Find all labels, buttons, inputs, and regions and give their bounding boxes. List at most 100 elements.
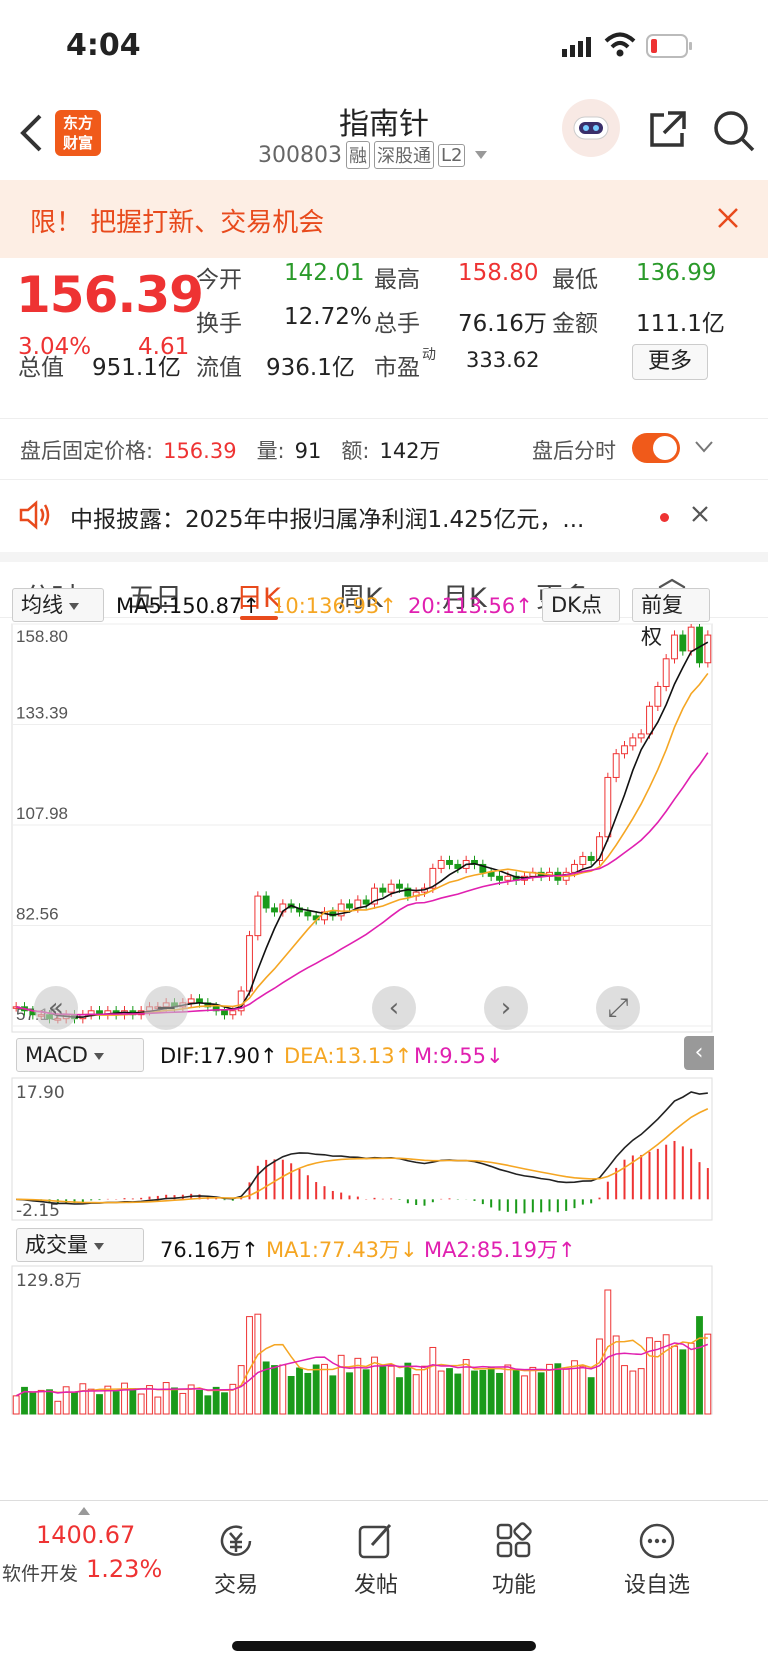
- bottom-bar: 1400.67 软件开发 1.23% 交易 发帖 功能 设自选: [0, 1500, 768, 1663]
- wifi-icon: [604, 32, 636, 62]
- volume-bar: [562, 1368, 570, 1415]
- volume-bar: [121, 1382, 128, 1415]
- prev-button[interactable]: ‹: [372, 986, 416, 1030]
- close-notice-icon[interactable]: [690, 504, 710, 528]
- macd-selector[interactable]: MACD: [16, 1038, 144, 1072]
- volume-bar: [537, 1372, 545, 1415]
- volume-bar: [621, 1365, 628, 1415]
- macd-selector-label: MACD: [25, 1043, 88, 1067]
- quote-value-8: 333.62: [466, 348, 540, 372]
- volume-bar: [254, 1313, 262, 1415]
- kline-y-tick: 82.56: [16, 905, 59, 924]
- volume-bar: [304, 1372, 312, 1415]
- volume-y-tick: 129.8万: [16, 1271, 82, 1291]
- more-button[interactable]: 更多: [632, 344, 708, 380]
- nav-bar: 东方 财富 指南针 300803 融 深股通 L2: [0, 95, 768, 180]
- functions-button[interactable]: 功能: [478, 1521, 550, 1599]
- volume-bar: [296, 1367, 303, 1415]
- candle-body: [446, 859, 453, 865]
- close-icon[interactable]: [716, 206, 740, 234]
- notice-text: 中报披露：2025年中报归属净利润1.425亿元，...: [70, 507, 585, 533]
- last-price: 156.39: [16, 266, 204, 324]
- candle-body: [304, 911, 312, 917]
- status-time: 4:04: [66, 28, 141, 63]
- home-indicator: [232, 1641, 536, 1651]
- trade-label: 交易: [213, 1573, 258, 1598]
- macd-y-tick-bottom: -2.15: [16, 1201, 60, 1221]
- ma20-value: 20:113.56↑: [408, 594, 533, 618]
- after-hours-toggle[interactable]: [632, 433, 680, 463]
- search-icon[interactable]: [712, 109, 756, 157]
- chevron-down-icon[interactable]: [694, 439, 714, 458]
- volume-bar: [529, 1366, 537, 1415]
- candle-body: [604, 776, 612, 838]
- sector-name[interactable]: 软件开发: [2, 1559, 78, 1586]
- candle-body: [646, 705, 653, 735]
- volume-bar: [496, 1372, 503, 1415]
- candle-body: [654, 685, 662, 707]
- candle-body: [271, 907, 278, 913]
- volume-bar: [129, 1388, 137, 1415]
- volume-bar: [62, 1386, 70, 1415]
- quote-label-4: 总手: [374, 311, 420, 337]
- candle-body: [246, 935, 253, 992]
- quote-value-7: 936.1亿: [266, 355, 355, 381]
- candle-body: [671, 634, 678, 660]
- volume-bar: [596, 1338, 603, 1415]
- share-icon[interactable]: [646, 109, 688, 155]
- kline-chart-area: 均线 MA5:150.87↑ 10:136.93↑ 20:113.56↑ DK点…: [0, 588, 768, 1500]
- badge-rong: 融: [345, 141, 370, 169]
- quote-value-4: 76.16万: [458, 311, 547, 337]
- volume-bar: [179, 1392, 187, 1415]
- next-button[interactable]: ›: [484, 986, 528, 1030]
- fullscreen-icon[interactable]: ⤢: [596, 986, 640, 1030]
- volume-bar: [504, 1364, 512, 1415]
- robot-avatar-icon[interactable]: [562, 99, 620, 157]
- volume-bar: [312, 1364, 320, 1415]
- volume-bar: [162, 1382, 170, 1415]
- after-hours-amt: 142万: [379, 439, 441, 463]
- battery-icon: [646, 34, 692, 62]
- candle-body: [662, 658, 670, 687]
- candle-body: [612, 753, 620, 778]
- grid-icon: [496, 1522, 532, 1558]
- volume-selector[interactable]: 成交量: [16, 1228, 144, 1262]
- volume-bar: [212, 1386, 220, 1415]
- dea-value: DEA:13.13↑: [284, 1044, 413, 1068]
- quote-value-1: 158.80: [458, 260, 539, 286]
- dif-line: [16, 1091, 708, 1205]
- set-watchlist-button[interactable]: 设自选: [612, 1521, 702, 1599]
- post-button[interactable]: 发帖: [340, 1521, 412, 1599]
- after-hours-toggle-label: 盘后分时: [532, 439, 616, 463]
- volume-bar: [687, 1342, 695, 1415]
- zoom-out-button[interactable]: −: [144, 986, 188, 1030]
- volume-bar: [71, 1391, 78, 1415]
- quote-label-0: 今开: [196, 267, 242, 293]
- edit-icon: [358, 1523, 392, 1559]
- dropdown-icon[interactable]: [475, 151, 488, 159]
- ma5-value: MA5:150.87↑: [116, 594, 260, 618]
- adjust-selector[interactable]: 前复权: [632, 588, 710, 649]
- volume-bar: [587, 1377, 595, 1415]
- volume-bar: [546, 1363, 553, 1415]
- badge-sgt: 深股通: [373, 141, 434, 169]
- after-hours-price: 156.39: [163, 439, 237, 463]
- ma-selector[interactable]: 均线: [12, 588, 104, 622]
- post-label: 发帖: [353, 1573, 398, 1598]
- notice-bar[interactable]: 中报披露：2025年中报归属净利润1.425亿元，...: [0, 486, 768, 546]
- dea-line: [16, 1107, 709, 1204]
- kline-y-tick: 133.39: [16, 703, 68, 722]
- collapse-panel-icon[interactable]: ‹: [684, 1036, 714, 1070]
- dk-selector[interactable]: DK点: [542, 588, 620, 622]
- functions-label: 功能: [491, 1573, 536, 1598]
- scroll-left-button[interactable]: «: [34, 986, 78, 1030]
- volume-bar: [671, 1345, 678, 1415]
- trade-button[interactable]: 交易: [200, 1521, 272, 1599]
- quote-panel: 156.39 3.04% 4.61 今开 142.01 最高 158.80 最低 136.…: [0, 258, 768, 408]
- promo-banner[interactable]: 限！ 把握打新、交易机会: [0, 180, 768, 258]
- volume-bar: [321, 1363, 328, 1415]
- sector-index-value[interactable]: 1400.67: [36, 1521, 135, 1549]
- sector-pct[interactable]: 1.23%: [86, 1555, 162, 1583]
- candle-body: [346, 903, 353, 909]
- volume-bar: [521, 1375, 528, 1415]
